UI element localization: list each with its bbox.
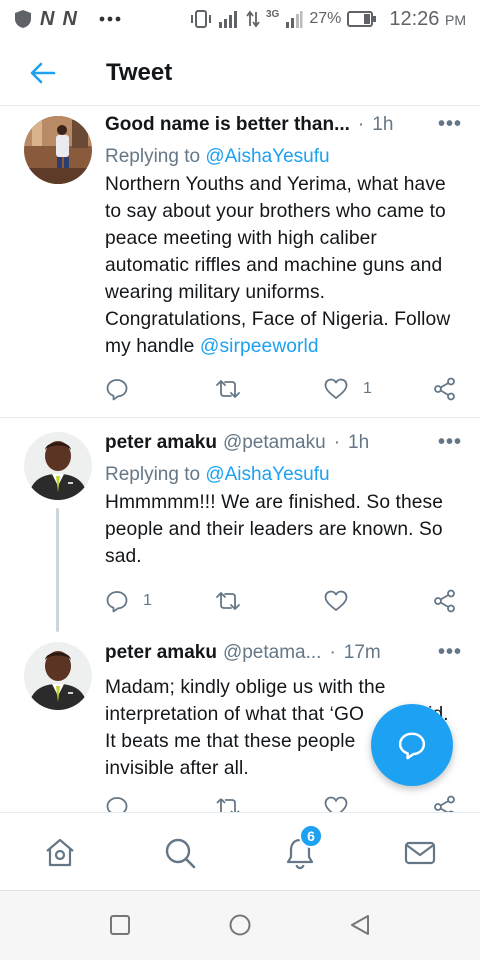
user-handle[interactable]: @petama... <box>223 642 322 664</box>
replying-to: Replying to @AishaYesufu <box>105 464 330 485</box>
reply-to-link[interactable]: @AishaYesufu <box>205 146 329 167</box>
tweet-text: Northern Youths and Yerima, what have to… <box>105 174 451 357</box>
circle-icon <box>229 914 251 936</box>
retweet-button[interactable] <box>215 589 241 613</box>
reply-button[interactable] <box>105 377 143 401</box>
nav-messages[interactable] <box>402 835 438 871</box>
display-name[interactable]: Good name is better than... <box>105 114 350 136</box>
avatar[interactable] <box>24 642 92 710</box>
mention-link[interactable]: @sirpeeworld <box>200 336 319 357</box>
back-button[interactable] <box>14 44 72 102</box>
tweet-actions <box>105 792 460 812</box>
shield-icon <box>14 9 32 29</box>
battery-percent: 27% <box>309 10 342 27</box>
home-system-button[interactable] <box>228 913 252 942</box>
battery-icon <box>347 11 377 27</box>
more-options-button[interactable]: ••• <box>438 114 462 134</box>
tweet-time: 1h <box>372 114 394 135</box>
heart-icon <box>324 590 348 611</box>
heart-icon <box>324 378 348 399</box>
network-type-label: 3G <box>266 8 280 20</box>
home-icon <box>46 838 74 867</box>
heart-icon <box>324 796 348 812</box>
more-notifications-icon <box>99 16 121 22</box>
reply-icon <box>106 797 128 812</box>
reply-count: 1 <box>143 592 152 609</box>
arrow-left-icon <box>30 62 56 83</box>
tweet-actions: 1 <box>105 586 460 616</box>
reply-icon <box>398 732 426 760</box>
retweet-button[interactable] <box>215 377 241 401</box>
signal-icon <box>218 10 240 28</box>
tweet-1[interactable]: Good name is better than... · 1h ••• Rep… <box>0 114 480 420</box>
mail-icon <box>404 841 436 865</box>
share-icon <box>434 377 455 401</box>
display-name[interactable]: peter amaku <box>105 642 217 664</box>
replying-to: Replying to @AishaYesufu <box>105 146 330 167</box>
tweet-header: peter amaku @petamaku · 1h <box>105 432 370 454</box>
recent-apps-button[interactable] <box>108 913 132 942</box>
reply-icon <box>106 379 128 401</box>
avatar[interactable] <box>24 116 92 184</box>
like-count: 1 <box>363 380 372 397</box>
like-button[interactable] <box>323 795 349 812</box>
tweet-2[interactable]: peter amaku @petamaku · 1h ••• Replying … <box>0 432 480 628</box>
tweet-time: 17m <box>343 642 381 663</box>
compose-reply-button[interactable] <box>371 704 453 786</box>
share-icon <box>434 795 455 812</box>
tweet-header: peter amaku @petama... · 17m <box>105 642 381 664</box>
tweet-header: Good name is better than... · 1h <box>105 114 394 136</box>
nav-search[interactable] <box>162 835 198 871</box>
more-options-button[interactable]: ••• <box>438 432 462 452</box>
search-icon <box>165 838 196 869</box>
avatar[interactable] <box>24 432 92 500</box>
signal-icon-2 <box>285 10 303 28</box>
data-transfer-icon <box>246 10 260 28</box>
reply-to-link[interactable]: @AishaYesufu <box>205 464 329 485</box>
reply-button[interactable]: 1 <box>105 589 152 613</box>
vibrate-icon <box>190 9 212 29</box>
retweet-icon <box>216 380 240 398</box>
reply-icon <box>106 591 128 613</box>
user-handle[interactable]: @petamaku <box>223 432 326 454</box>
tweet-time: 1h <box>348 432 370 453</box>
triangle-back-icon <box>351 915 369 935</box>
share-icon <box>434 589 455 613</box>
retweet-icon <box>216 798 240 812</box>
square-icon <box>110 915 130 935</box>
more-options-button[interactable]: ••• <box>438 642 462 662</box>
back-system-button[interactable] <box>348 913 372 942</box>
like-button[interactable]: 1 <box>323 377 372 401</box>
like-button[interactable] <box>323 589 363 613</box>
page-title: Tweet <box>106 58 173 86</box>
carrier-icon-2: N <box>62 7 77 30</box>
clock: 12:26 PM <box>389 7 466 30</box>
tweet-divider <box>0 417 480 418</box>
nav-home[interactable] <box>42 835 78 871</box>
share-button[interactable] <box>433 377 457 401</box>
bottom-navigation <box>0 812 480 890</box>
share-button[interactable] <box>433 795 457 812</box>
status-bar: N N 3G 27% 12:26 PM <box>0 0 480 38</box>
share-button[interactable] <box>433 589 457 613</box>
notification-badge: 6 <box>299 824 323 848</box>
reply-button[interactable] <box>105 795 129 812</box>
tweet-text: Hmmmmm!!! We are finished. So these peop… <box>105 492 443 567</box>
retweet-icon <box>216 592 240 610</box>
display-name[interactable]: peter amaku <box>105 432 217 454</box>
retweet-button[interactable] <box>215 795 241 812</box>
top-app-bar: Tweet <box>0 40 480 106</box>
tweet-actions: 1 <box>105 374 460 404</box>
system-navigation-bar <box>0 890 480 960</box>
carrier-icon-1: N <box>40 7 55 30</box>
